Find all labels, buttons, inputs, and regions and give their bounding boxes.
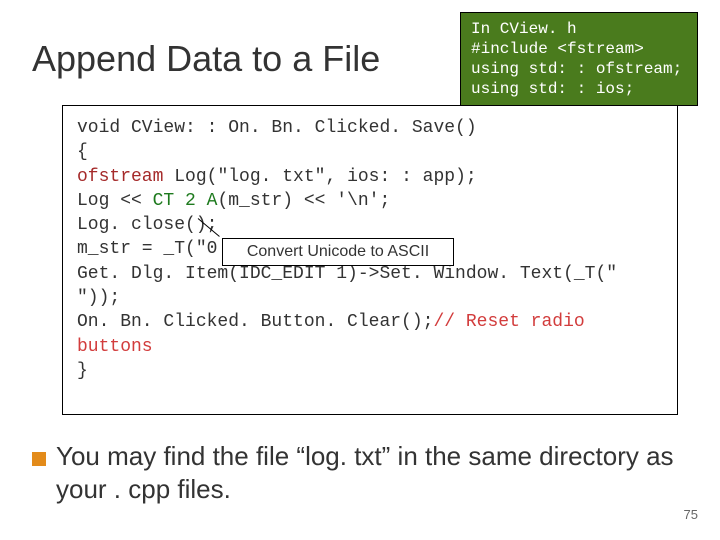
code-line: } — [77, 359, 663, 383]
keyword: ofstream — [77, 167, 163, 187]
code-line: On. Bn. Clicked. Button. Clear();// Rese… — [77, 310, 663, 359]
body-text: You may find the file “log. txt” in the … — [56, 440, 676, 505]
code-line: Log << CT 2 A(m_str) << '\n'; — [77, 189, 663, 213]
page-number: 75 — [684, 507, 698, 522]
header-callout: In CView. h #include <fstream> using std… — [460, 12, 698, 106]
code-line: Get. Dlg. Item(IDC_EDIT 1)->Set. Window.… — [77, 262, 663, 311]
annotation-callout: Convert Unicode to ASCII — [222, 238, 454, 266]
code-text: Log — [163, 167, 206, 187]
code-text: void CView: : On. Bn. Clicked. Save() — [77, 118, 477, 138]
code-line: void CView: : On. Bn. Clicked. Save() — [77, 116, 663, 140]
slide-title: Append Data to a File — [32, 38, 380, 80]
callout-line: using std: : ios; — [471, 79, 687, 99]
code-line: Log. close(); — [77, 213, 663, 237]
macro: CT 2 A — [153, 191, 218, 211]
callout-line: using std: : ofstream; — [471, 59, 687, 79]
callout-line: In CView. h — [471, 19, 687, 39]
bullet-icon — [32, 452, 46, 466]
code-text: On. Bn. Clicked. Button. Clear(); — [77, 312, 433, 332]
code-line: ofstream Log("log. txt", ios: : app); — [77, 165, 663, 189]
callout-line: #include <fstream> — [471, 39, 687, 59]
code-text: (m_str) << '\n'; — [217, 191, 390, 211]
code-text: Log << — [77, 191, 153, 211]
code-text: ("log. txt", ios: : app); — [207, 167, 477, 187]
code-line: { — [77, 140, 663, 164]
